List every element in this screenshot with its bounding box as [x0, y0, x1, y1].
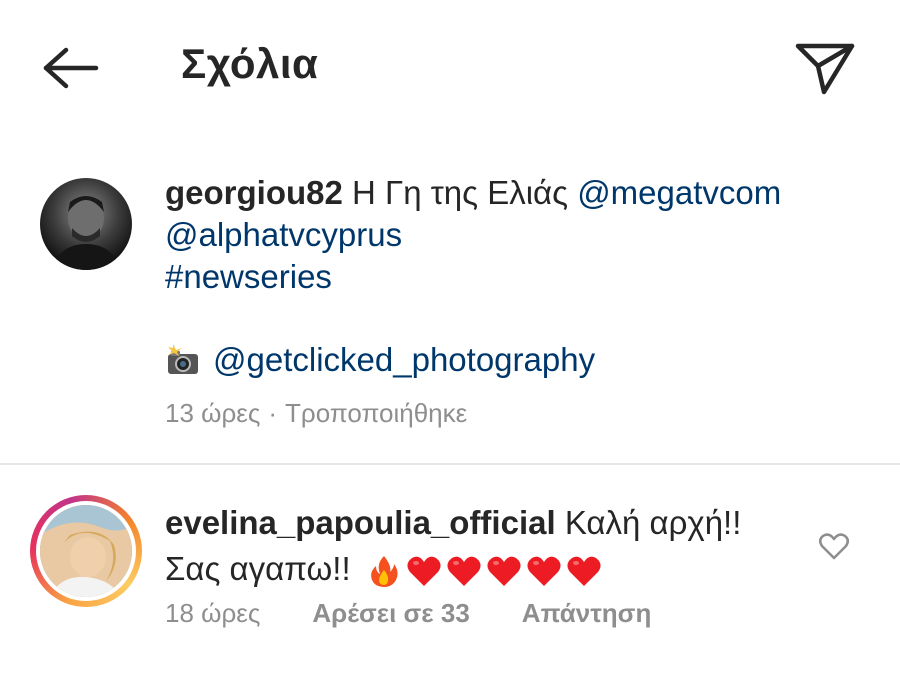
- post-time: 13 ώρες: [165, 398, 261, 428]
- send-icon: [795, 43, 855, 95]
- edited-label: Τροποποιήθηκε: [285, 398, 468, 428]
- comment-time: 18 ώρες: [165, 598, 261, 628]
- arrow-left-icon: [43, 47, 99, 89]
- camera-flash-icon: [168, 344, 198, 374]
- commenter-portrait: [40, 505, 132, 597]
- comment-body: evelina_papoulia_official Καλή αρχή!! Σα…: [165, 500, 805, 592]
- heart-emoji: [487, 556, 521, 587]
- mention-link[interactable]: @alphatvcyprus: [165, 216, 402, 253]
- commenter-avatar-ring[interactable]: [30, 495, 142, 607]
- top-bar: Σχόλια: [0, 0, 900, 135]
- like-button[interactable]: [812, 526, 856, 566]
- meta-separator: ·: [268, 398, 278, 428]
- post-meta: 13 ώρες · Τροποποιήθηκε: [165, 398, 467, 429]
- heart-emoji: [527, 556, 561, 587]
- heart-emoji: [567, 556, 601, 587]
- post-username[interactable]: georgiou82: [165, 174, 343, 211]
- post-text: Η Γη της Ελιάς: [352, 174, 569, 211]
- likes-count-link[interactable]: Αρέσει σε 33: [312, 598, 469, 629]
- comment-meta: 18 ώρες Αρέσει σε 33 Απάντηση: [165, 598, 651, 629]
- commenter-avatar: [40, 505, 132, 597]
- avatar-ring-gap: [36, 501, 136, 601]
- author-avatar[interactable]: [40, 178, 132, 270]
- emoji-row: [366, 554, 606, 588]
- share-button[interactable]: [790, 38, 860, 98]
- heart-outline-icon: [819, 533, 849, 560]
- page-title: Σχόλια: [181, 40, 319, 87]
- reply-button[interactable]: Απάντηση: [522, 598, 652, 629]
- back-button[interactable]: [38, 42, 102, 94]
- photo-credit-line: @getclicked_photography: [165, 338, 595, 382]
- comment-username[interactable]: evelina_papoulia_official: [165, 504, 556, 541]
- photo-credit-link[interactable]: @getclicked_photography: [213, 338, 595, 382]
- heart-emoji: [407, 556, 441, 587]
- heart-emoji: [447, 556, 481, 587]
- comment-text-line2: Σας αγαπω!!: [165, 550, 351, 587]
- divider: [0, 463, 900, 465]
- comment-text-line1: Καλή αρχή!!: [564, 504, 742, 541]
- post-caption: georgiou82 Η Γη της Ελιάς @megatvcom @al…: [165, 172, 865, 298]
- hashtag-link[interactable]: #newseries: [165, 258, 332, 295]
- fire-emoji: [370, 556, 398, 588]
- mention-link[interactable]: @megatvcom: [577, 174, 781, 211]
- author-portrait: [50, 196, 122, 270]
